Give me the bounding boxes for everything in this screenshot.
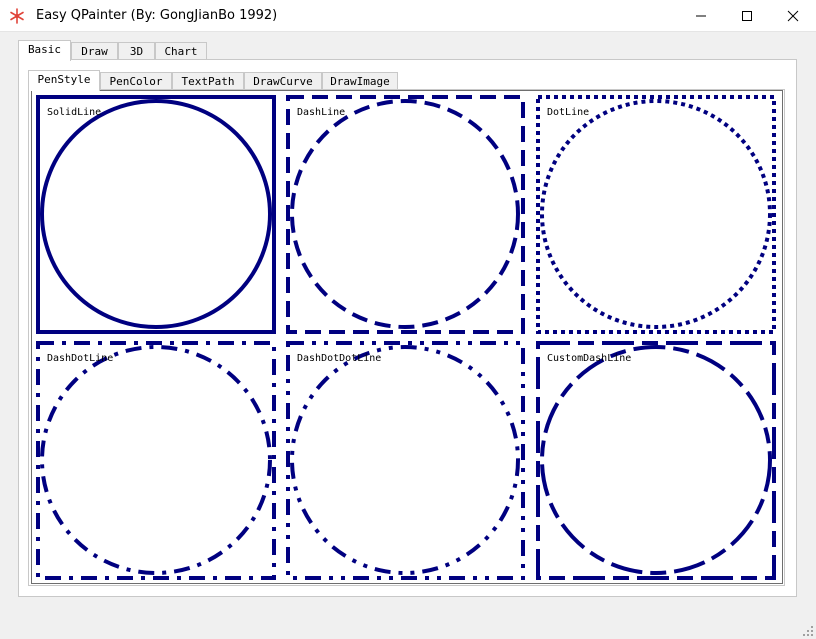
tab-draw[interactable]: Draw: [71, 42, 118, 60]
tab-drawimage[interactable]: DrawImage: [322, 72, 398, 90]
cell-dashdot: [36, 341, 276, 580]
label-dashdotline: DashDotLine: [47, 353, 114, 364]
label-customdashline: CustomDashLine: [547, 353, 632, 364]
maximize-button[interactable]: [724, 0, 770, 31]
snowflake-icon: [10, 8, 24, 24]
label-dotline: DotLine: [547, 107, 590, 118]
minimize-icon: [696, 15, 706, 17]
maximize-icon: [742, 11, 752, 21]
tab-drawcurve[interactable]: DrawCurve: [244, 72, 322, 90]
pen-style-canvas: SolidLine DashLine DotLine DashDotLine D…: [31, 90, 783, 584]
tab-penstyle[interactable]: PenStyle: [28, 70, 100, 91]
cell-solid: [36, 95, 276, 334]
window-title: Easy QPainter (By: GongJianBo 1992): [36, 8, 278, 23]
label-solidline: SolidLine: [47, 107, 102, 118]
cell-dashdotdot: [286, 341, 525, 580]
label-dashdotdotline: DashDotDotLine: [297, 353, 382, 364]
close-button[interactable]: [770, 0, 816, 31]
cell-dot: [536, 95, 776, 334]
cell-customdash: [536, 341, 776, 580]
cell-dash: [286, 95, 525, 334]
tab-basic[interactable]: Basic: [18, 40, 71, 61]
pen-style-drawing: [36, 95, 776, 580]
tab-pencolor[interactable]: PenColor: [100, 72, 172, 90]
close-icon: [787, 10, 799, 22]
tab-textpath[interactable]: TextPath: [172, 72, 244, 90]
minimize-button[interactable]: [678, 0, 724, 31]
tab-3d[interactable]: 3D: [118, 42, 155, 60]
resize-grip-icon[interactable]: [802, 625, 814, 637]
title-bar: Easy QPainter (By: GongJianBo 1992): [0, 0, 816, 32]
tab-chart[interactable]: Chart: [155, 42, 207, 60]
label-dashline: DashLine: [297, 107, 346, 118]
